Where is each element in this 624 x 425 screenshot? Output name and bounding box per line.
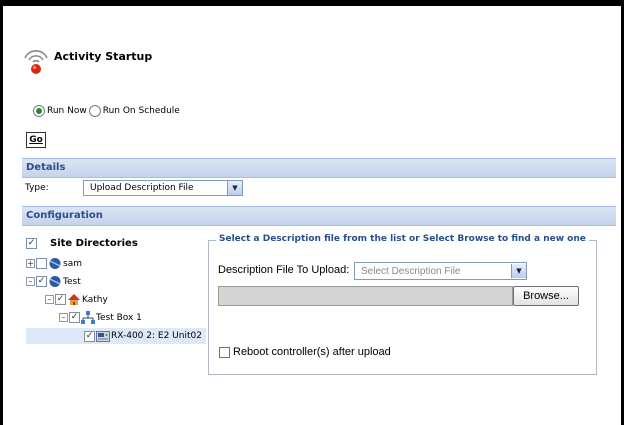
tree-item-checkbox[interactable]: ✓	[55, 294, 66, 305]
reboot-option[interactable]: Reboot controller(s) after upload	[219, 346, 391, 358]
expand-icon[interactable]: +	[26, 259, 35, 268]
activity-logo-icon	[24, 50, 48, 74]
run-on-schedule-radio[interactable]	[88, 105, 101, 117]
file-path-input[interactable]	[218, 286, 513, 306]
description-file-select[interactable]: Select Description File ▼	[354, 262, 527, 280]
tree-item-rx-400[interactable]: ✓ RX-400 2: E2 Unit02	[26, 328, 206, 344]
tree-item-checkbox[interactable]: ✓	[69, 312, 80, 323]
tree-item-label: Test	[63, 276, 81, 287]
collapse-icon[interactable]: –	[26, 277, 35, 286]
tree-item-test-box-1[interactable]: – ✓ Test Box 1	[59, 311, 142, 324]
type-select-value: Upload Description File	[90, 183, 194, 193]
run-mode-group: Run Now Run On Schedule	[33, 105, 182, 117]
reboot-checkbox[interactable]	[219, 346, 230, 358]
collapse-icon[interactable]: –	[45, 295, 54, 304]
tree-item-label: Test Box 1	[96, 312, 142, 323]
run-now-radio[interactable]	[33, 105, 45, 117]
house-icon	[68, 294, 80, 305]
tree-root-checkbox[interactable]: ✓	[26, 238, 37, 249]
description-file-select-value: Select Description File	[361, 265, 461, 277]
site-folder-icon	[49, 258, 61, 269]
tree-item-label: sam	[63, 258, 82, 269]
run-now-label[interactable]: Run Now	[47, 106, 87, 116]
tree-item-label: RX-400 2: E2 Unit02	[111, 331, 202, 341]
tree-item-sam[interactable]: + sam	[26, 257, 82, 270]
go-button[interactable]: Go	[26, 132, 46, 148]
chevron-down-icon[interactable]: ▼	[511, 264, 526, 278]
tree-item-checkbox[interactable]	[36, 258, 47, 269]
upload-fieldset-legend: Select a Description file from the list …	[216, 234, 589, 244]
chevron-down-icon[interactable]: ▼	[227, 181, 242, 195]
type-select[interactable]: Upload Description File ▼	[83, 180, 243, 196]
site-folder-icon	[49, 276, 61, 287]
type-row: Type: Upload Description File ▼	[25, 180, 243, 196]
tree-item-checkbox[interactable]: ✓	[36, 276, 47, 287]
tree-root: ✓ Site Directories	[26, 238, 138, 249]
collapse-icon[interactable]: –	[59, 313, 68, 322]
tree-item-label: Kathy	[82, 294, 108, 305]
description-file-label: Description File To Upload:	[218, 264, 350, 276]
configuration-section-header: Configuration	[22, 206, 616, 226]
details-section-header: Details	[22, 158, 616, 178]
run-on-schedule-label[interactable]: Run On Schedule	[103, 106, 180, 116]
browse-button[interactable]: Browse...	[513, 286, 579, 306]
reboot-label: Reboot controller(s) after upload	[233, 346, 391, 358]
controller-icon	[96, 330, 110, 342]
tree-item-checkbox[interactable]: ✓	[84, 330, 95, 342]
type-label: Type:	[25, 183, 49, 193]
network-icon	[81, 311, 95, 324]
tree-item-test[interactable]: – ✓ Test	[26, 275, 81, 288]
tree-root-label: Site Directories	[50, 238, 138, 249]
page-title: Activity Startup	[54, 50, 153, 63]
tree-item-kathy[interactable]: – ✓ Kathy	[45, 293, 108, 306]
